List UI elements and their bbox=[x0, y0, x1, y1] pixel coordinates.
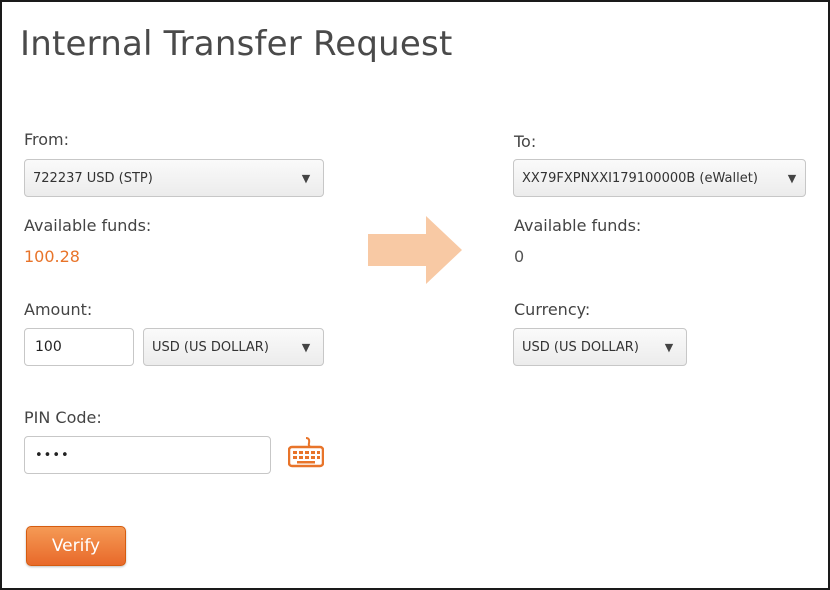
to-currency-value: USD (US DOLLAR) bbox=[522, 339, 639, 355]
chevron-down-icon: ▼ bbox=[301, 340, 311, 354]
chevron-down-icon: ▼ bbox=[664, 340, 674, 354]
keyboard-icon[interactable] bbox=[287, 436, 325, 472]
page-title: Internal Transfer Request bbox=[20, 24, 453, 64]
from-available-label: Available funds: bbox=[24, 216, 152, 235]
amount-input[interactable]: 100 bbox=[24, 328, 134, 366]
chevron-down-icon: ▼ bbox=[787, 171, 797, 185]
to-available-label: Available funds: bbox=[514, 216, 642, 235]
arrow-right-icon bbox=[368, 216, 464, 288]
to-account-value: XX79FXPNXXI179100000B (eWallet) bbox=[522, 170, 758, 186]
from-label: From: bbox=[24, 130, 70, 149]
pin-value: •••• bbox=[35, 447, 70, 463]
verify-button[interactable]: Verify bbox=[26, 526, 126, 566]
amount-label: Amount: bbox=[24, 300, 93, 319]
to-available-value: 0 bbox=[514, 247, 525, 266]
from-account-value: 722237 USD (STP) bbox=[33, 170, 153, 186]
from-account-select[interactable]: 722237 USD (STP) ▼ bbox=[24, 159, 324, 197]
to-currency-select[interactable]: USD (US DOLLAR) ▼ bbox=[513, 328, 687, 366]
pin-label: PIN Code: bbox=[24, 408, 102, 427]
amount-currency-value: USD (US DOLLAR) bbox=[152, 339, 269, 355]
to-account-select[interactable]: XX79FXPNXXI179100000B (eWallet) ▼ bbox=[513, 159, 806, 197]
amount-currency-select[interactable]: USD (US DOLLAR) ▼ bbox=[143, 328, 324, 366]
from-available-value: 100.28 bbox=[24, 247, 80, 266]
chevron-down-icon: ▼ bbox=[301, 171, 311, 185]
to-label: To: bbox=[514, 132, 537, 151]
pin-input[interactable]: •••• bbox=[24, 436, 271, 474]
amount-value: 100 bbox=[35, 339, 62, 355]
currency-label: Currency: bbox=[514, 300, 591, 319]
transfer-panel: Internal Transfer Request From: 722237 U… bbox=[0, 0, 830, 590]
